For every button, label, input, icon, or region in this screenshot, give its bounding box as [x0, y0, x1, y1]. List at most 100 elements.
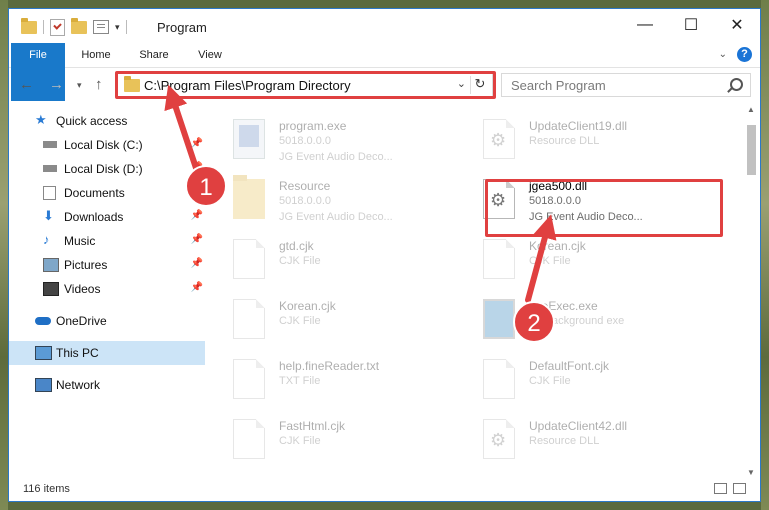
tab-share[interactable]: Share — [131, 43, 177, 67]
file-item[interactable]: Korean.cjk CJK File — [465, 231, 705, 289]
maximize-button[interactable]: ☐ — [668, 9, 714, 41]
sidebar-item-label: Local Disk (C:) — [64, 138, 143, 152]
details-view-icon[interactable] — [714, 483, 727, 494]
music-icon: ♪ — [43, 232, 50, 247]
forward-arrow-icon[interactable]: → — [49, 76, 64, 93]
sidebar-item-quick-access[interactable]: ★ Quick access — [9, 109, 205, 133]
address-highlight-box — [115, 71, 496, 99]
ribbon-controls: ⌄ ? — [719, 47, 752, 62]
file-item[interactable]: DefaultFont.cjk CJK File — [465, 351, 705, 409]
sidebar-item-music[interactable]: ♪ Music 📌 — [9, 229, 205, 253]
file-highlight-box — [485, 179, 723, 237]
properties-check-icon[interactable] — [50, 18, 65, 36]
pin-icon[interactable]: 📌 — [191, 258, 203, 269]
close-button[interactable]: ✕ — [714, 9, 760, 41]
sidebar-item-label: Pictures — [64, 258, 108, 272]
sidebar-item-pictures[interactable]: Pictures 📌 — [9, 253, 205, 277]
sidebar-item-label: Local Disk (D:) — [64, 162, 143, 176]
pin-icon[interactable]: 📌 — [191, 210, 203, 221]
sidebar-item-label: Music — [64, 234, 96, 248]
vertical-scrollbar[interactable]: ▲ ▼ — [745, 105, 757, 477]
sidebar-item-network[interactable]: Network — [9, 373, 205, 397]
pin-icon[interactable]: 📌 — [191, 138, 203, 149]
explorer-window: ▾ Program — ☐ ✕ File Home Share View ⌄ ?… — [8, 8, 761, 502]
pin-icon[interactable]: 📌 — [191, 186, 203, 197]
file-name: DefaultFont.cjk — [529, 359, 610, 373]
file-item[interactable]: program.exe 5018.0.0.0 JG Event Audio De… — [215, 111, 455, 169]
file-item[interactable]: Korean.cjk CJK File — [215, 291, 455, 349]
file-type: TXT File — [279, 375, 321, 387]
folder-icon — [21, 17, 37, 34]
address-row: ← → ▾ ↑ C:\Program Files\Program Directo… — [9, 71, 760, 99]
sidebar-item-local-disk-c[interactable]: Local Disk (C:) 📌 — [9, 133, 205, 157]
sidebar-item-label: Quick access — [56, 114, 128, 128]
properties-icon[interactable] — [93, 20, 109, 34]
file-list: program.exe 5018.0.0.0 JG Event Audio De… — [215, 105, 735, 477]
customize-toolbar-chevron-icon[interactable]: ▾ — [115, 22, 120, 33]
file-name: program.exe — [279, 119, 347, 133]
help-icon[interactable]: ? — [737, 47, 752, 62]
file-name: gtd.cjk — [279, 239, 314, 253]
document-icon — [233, 299, 265, 339]
document-icon — [233, 239, 265, 279]
file-name: Korean.cjk — [279, 299, 336, 313]
file-name: FastHtml.cjk — [279, 419, 345, 433]
file-type: Resource DLL — [529, 435, 600, 447]
cloud-icon — [35, 317, 51, 325]
file-item[interactable]: Resource 5018.0.0.0 JG Event Audio Deco.… — [215, 171, 455, 229]
file-type: Resource DLL — [529, 135, 600, 147]
file-item[interactable]: help.fineReader.txt TXT File — [215, 351, 455, 409]
file-name: Korean.cjk — [529, 239, 586, 253]
navigation-pane: ★ Quick access Local Disk (C:) 📌 Local D… — [9, 105, 205, 477]
sidebar-item-downloads[interactable]: ⬇ Downloads 📌 — [9, 205, 205, 229]
download-icon: ⬇ — [43, 208, 54, 223]
sidebar-item-documents[interactable]: Documents 📌 — [9, 181, 205, 205]
scrollbar-thumb[interactable] — [747, 125, 756, 175]
sidebar-item-local-disk-d[interactable]: Local Disk (D:) 📌 — [9, 157, 205, 181]
title-bar[interactable]: ▾ Program — ☐ ✕ — [9, 9, 760, 43]
minimize-button[interactable]: — — [622, 9, 668, 41]
recent-locations-chevron-icon[interactable]: ▾ — [77, 80, 82, 91]
expand-ribbon-chevron-icon[interactable]: ⌄ — [719, 49, 727, 60]
file-item[interactable]: fineExec.exe FY background exe — [465, 291, 705, 349]
sidebar-item-this-pc[interactable]: This PC — [9, 341, 205, 365]
file-type: FY background exe — [529, 315, 625, 327]
file-description: JG Event Audio Deco... — [279, 151, 393, 163]
sidebar-item-label: OneDrive — [56, 314, 107, 328]
pin-icon[interactable]: 📌 — [191, 282, 203, 293]
status-item-count: 116 items — [23, 483, 70, 495]
document-icon — [233, 359, 265, 399]
file-name: help.fineReader.txt — [279, 359, 380, 373]
file-item[interactable]: FastHtml.cjk CJK File — [215, 411, 455, 469]
sidebar-item-label: Network — [56, 378, 101, 392]
back-arrow-icon[interactable]: ← — [19, 76, 34, 93]
document-icon — [483, 359, 515, 399]
tiles-view-icon[interactable] — [733, 483, 746, 494]
file-name: UpdateClient19.dll — [529, 119, 628, 133]
file-type: CJK File — [529, 255, 571, 267]
pin-icon[interactable]: 📌 — [191, 234, 203, 245]
sidebar-item-videos[interactable]: Videos 📌 — [9, 277, 205, 301]
sidebar-item-onedrive[interactable]: OneDrive — [9, 309, 205, 333]
scroll-down-icon[interactable]: ▼ — [747, 468, 755, 477]
file-name: fineExec.exe — [529, 299, 598, 313]
new-folder-icon[interactable] — [71, 17, 87, 34]
file-version: 5018.0.0.0 — [279, 195, 331, 207]
up-arrow-icon[interactable]: ↑ — [95, 76, 103, 93]
file-type: CJK File — [279, 435, 321, 447]
file-item[interactable]: UpdateClient42.dll Resource DLL — [465, 411, 705, 469]
file-item[interactable]: UpdateClient19.dll Resource DLL — [465, 111, 705, 169]
dll-icon — [483, 419, 515, 459]
folder-icon — [233, 175, 265, 219]
file-type: CJK File — [279, 315, 321, 327]
tab-home[interactable]: Home — [73, 43, 119, 67]
quick-access-toolbar: ▾ — [21, 17, 127, 36]
file-item[interactable]: gtd.cjk CJK File — [215, 231, 455, 289]
divider — [125, 20, 127, 34]
scroll-up-icon[interactable]: ▲ — [747, 105, 755, 114]
pin-icon[interactable]: 📌 — [191, 162, 203, 173]
desktop-background — [761, 0, 769, 510]
tab-view[interactable]: View — [187, 43, 233, 67]
search-icon[interactable] — [730, 78, 743, 91]
search-input[interactable]: Search Program — [501, 73, 751, 97]
